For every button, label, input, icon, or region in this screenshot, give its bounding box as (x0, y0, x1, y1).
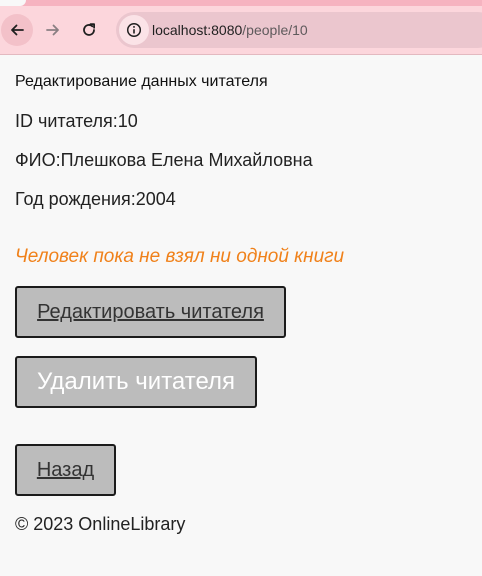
site-info-button[interactable] (119, 15, 149, 45)
address-bar[interactable]: localhost:8080/people/10 (116, 12, 482, 48)
edit-reader-button-label: Редактировать читателя (37, 300, 264, 323)
forward-arrow-icon (46, 24, 59, 36)
footer-copyright: © 2023 OnlineLibrary (15, 514, 186, 534)
reader-birth-year: Год рождения:2004 (15, 189, 176, 209)
url-text[interactable]: localhost:8080/people/10 (152, 12, 308, 48)
page-title: Редактирование данных читателя (15, 73, 268, 90)
no-books-message: Человек пока не взял ни одной книги (15, 246, 345, 267)
back-link-button-label: Назад (36, 458, 95, 481)
browser-toolbar: localhost:8080/people/10 (0, 6, 482, 55)
forward-button[interactable] (37, 14, 69, 46)
url-host: localhost:8080 (152, 22, 243, 38)
url-path: /people/10 (242, 22, 308, 38)
delete-reader-button-label: Удалить читателя (36, 368, 236, 395)
reload-button[interactable] (73, 14, 105, 46)
reader-full-name: ФИО:Плешкова Елена Михайловна (15, 150, 313, 170)
reader-id: ID читателя:10 (15, 111, 138, 131)
reload-icon (83, 23, 95, 36)
back-link-button[interactable]: Назад (15, 444, 116, 496)
back-arrow-icon (11, 24, 24, 36)
edit-reader-button[interactable]: Редактировать читателя (15, 286, 286, 338)
delete-reader-button[interactable]: Удалить читателя (15, 356, 257, 408)
info-icon (126, 22, 142, 38)
back-button[interactable] (1, 14, 33, 46)
